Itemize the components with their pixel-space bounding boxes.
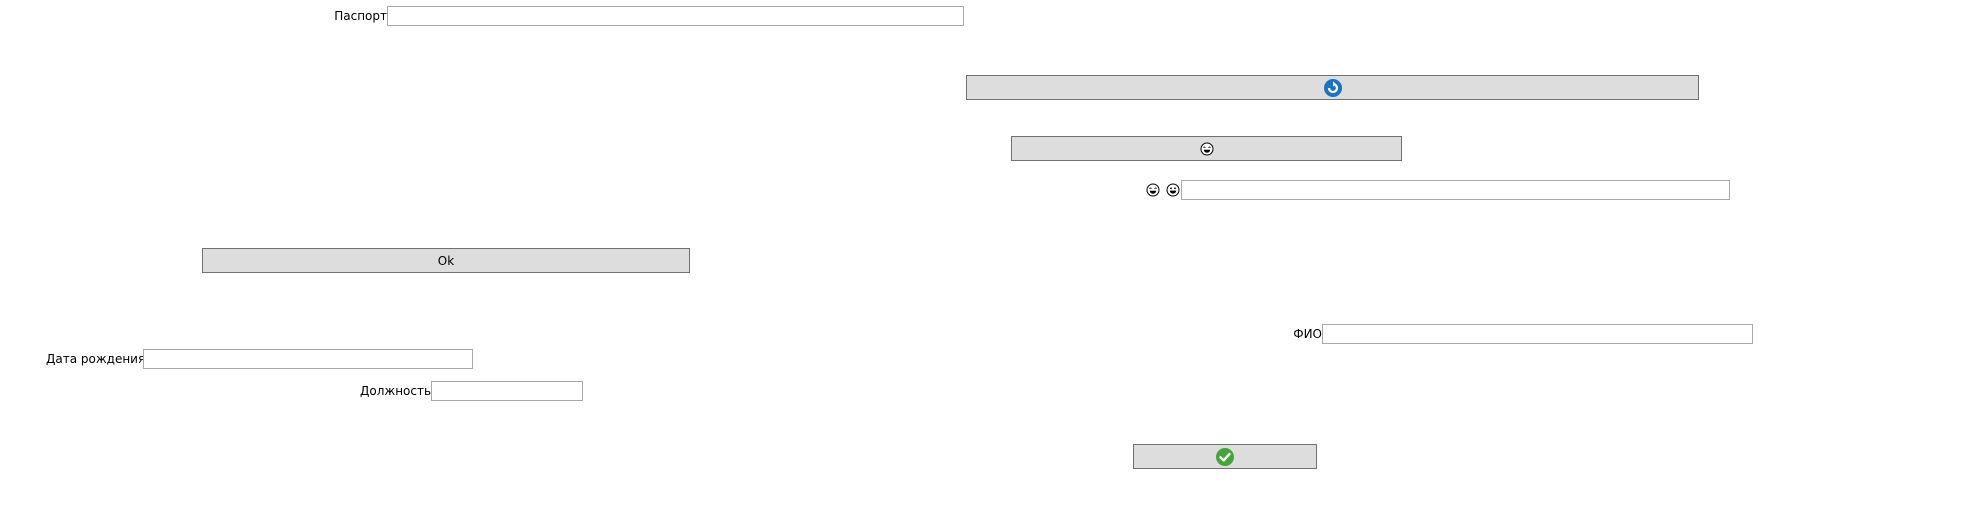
refresh-icon bbox=[1323, 78, 1343, 98]
passport-label: Паспорт bbox=[334, 9, 387, 23]
laughing-face-icon bbox=[1146, 183, 1160, 197]
refresh-button[interactable] bbox=[966, 75, 1699, 100]
emoji-input[interactable] bbox=[1181, 180, 1730, 200]
position-field[interactable] bbox=[431, 381, 583, 401]
position-label: Должность bbox=[360, 384, 432, 398]
emoji-button[interactable] bbox=[1011, 136, 1402, 161]
fio-field[interactable] bbox=[1322, 324, 1753, 344]
checkmark-icon bbox=[1215, 447, 1235, 467]
confirm-button[interactable] bbox=[1133, 444, 1317, 469]
grinning-face-icon bbox=[1166, 183, 1180, 197]
laughing-face-icon bbox=[1200, 142, 1214, 156]
ok-button[interactable]: Ok bbox=[202, 248, 690, 273]
fio-label: ФИО bbox=[1293, 327, 1322, 341]
passport-field[interactable] bbox=[387, 6, 964, 26]
ok-button-label: Ok bbox=[437, 253, 455, 268]
birthdate-label: Дата рождения bbox=[46, 352, 146, 366]
birthdate-field[interactable] bbox=[143, 349, 473, 369]
